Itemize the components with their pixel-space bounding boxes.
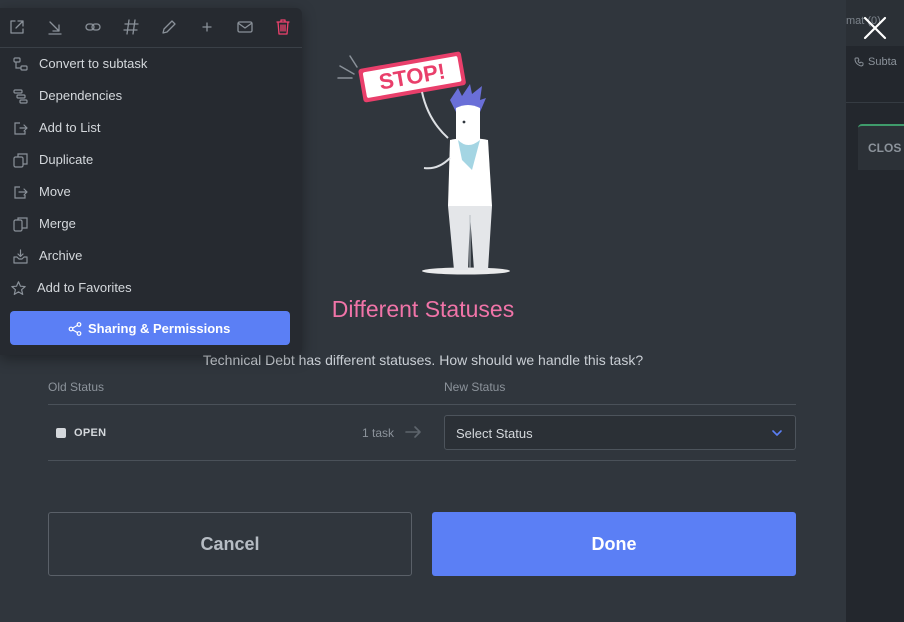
arrow-right-icon xyxy=(405,426,421,438)
new-status-header: New Status xyxy=(444,380,506,394)
menu-item-duplicate[interactable]: Duplicate xyxy=(0,144,302,176)
select-status-label: Select Status xyxy=(456,426,533,441)
sharing-permissions-button[interactable]: Sharing & Permissions xyxy=(10,311,290,345)
menu-item-label: Duplicate xyxy=(39,152,94,167)
merge-icon xyxy=(13,217,28,232)
close-icon[interactable] xyxy=(862,15,888,41)
trash-icon[interactable] xyxy=(274,18,292,36)
background-board: mat (0) Subta CLOS xyxy=(846,0,904,622)
cancel-button[interactable]: Cancel xyxy=(48,512,412,576)
menu-toolbar xyxy=(0,8,302,48)
menu-item-convert-to-subtask[interactable]: Convert to subtask xyxy=(0,48,302,80)
done-button[interactable]: Done xyxy=(432,512,796,576)
old-status-name: OPEN xyxy=(74,427,107,439)
archive-icon xyxy=(13,249,28,264)
background-column-closed: CLOS xyxy=(858,124,904,170)
new-status-select[interactable]: Select Status xyxy=(444,415,796,450)
menu-item-label: Add to Favorites xyxy=(37,280,132,295)
pencil-icon[interactable] xyxy=(160,18,178,36)
status-color-swatch xyxy=(56,428,66,438)
menu-item-label: Move xyxy=(39,184,71,199)
hash-icon[interactable] xyxy=(122,18,140,36)
menu-item-move[interactable]: Move xyxy=(0,176,302,208)
menu-item-label: Archive xyxy=(39,248,83,263)
phone-icon xyxy=(854,57,864,67)
stop-character-illustration: STOP! xyxy=(337,51,510,275)
table-top-divider xyxy=(48,404,796,405)
background-subtasks: Subta xyxy=(854,56,897,68)
menu-item-label: Merge xyxy=(39,216,76,231)
background-subtasks-label: Subta xyxy=(868,56,897,68)
task-actions-menu: Convert to subtask Dependencies Add to L… xyxy=(0,8,302,355)
chevron-down-icon xyxy=(772,430,782,436)
menu-item-label: Dependencies xyxy=(39,88,123,103)
menu-item-add-to-favorites[interactable]: Add to Favorites xyxy=(0,272,302,304)
menu-item-dependencies[interactable]: Dependencies xyxy=(0,80,302,112)
old-status-header: Old Status xyxy=(48,380,105,394)
menu-item-label: Add to List xyxy=(39,120,101,135)
link-icon[interactable] xyxy=(84,18,102,36)
task-count: 1 task xyxy=(361,426,394,440)
add-to-list-icon xyxy=(14,122,28,135)
star-icon xyxy=(11,281,26,295)
dependencies-icon xyxy=(13,89,28,104)
mail-icon[interactable] xyxy=(236,18,254,36)
menu-item-archive[interactable]: Archive xyxy=(0,240,302,272)
subtask-icon xyxy=(13,57,28,71)
table-bottom-divider xyxy=(48,460,796,461)
menu-item-label: Convert to subtask xyxy=(39,56,148,71)
background-column-label: CLOS xyxy=(868,141,902,155)
sharing-permissions-label: Sharing & Permissions xyxy=(88,321,231,336)
share-icon xyxy=(68,322,82,336)
menu-item-merge[interactable]: Merge xyxy=(0,208,302,240)
menu-item-add-to-list[interactable]: Add to List xyxy=(0,112,302,144)
move-icon xyxy=(14,186,28,199)
external-link-icon[interactable] xyxy=(8,18,26,36)
duplicate-icon xyxy=(13,153,28,168)
plus-icon[interactable] xyxy=(198,18,216,36)
background-divider xyxy=(846,102,904,103)
download-icon[interactable] xyxy=(46,18,64,36)
